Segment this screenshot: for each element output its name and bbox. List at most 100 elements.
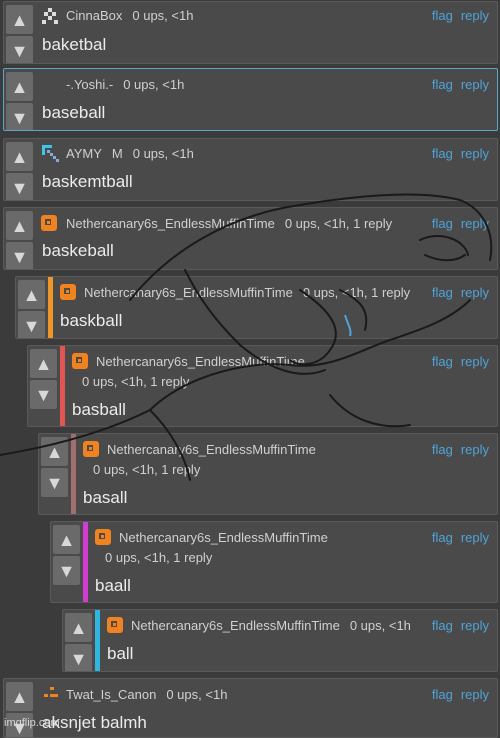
comment-meta: 0 ups, <1h (349, 618, 411, 633)
flag-link[interactable]: flag (432, 530, 453, 545)
pixel-pickaxe-avatar (42, 145, 59, 162)
downvote-button[interactable]: ▼ (53, 556, 80, 585)
orange-muffin-avatar (107, 617, 123, 633)
comment-body: baskeball (42, 241, 114, 260)
comment-meta: 0 ups, <1h (123, 77, 185, 92)
username[interactable]: Nethercanary6s_EndlessMuffinTime (119, 530, 328, 545)
down-arrow-icon: ▼ (10, 40, 29, 61)
watermark: imgflip.com (4, 717, 60, 729)
downvote-button[interactable]: ▼ (6, 103, 33, 130)
comment-meta: 0 ups, <1h (132, 8, 194, 23)
up-arrow-icon: ▲ (10, 215, 29, 236)
up-arrow-icon: ▲ (10, 76, 29, 97)
up-arrow-icon: ▲ (34, 353, 53, 374)
comment-body: baskemtball (42, 172, 133, 191)
username[interactable]: Nethercanary6s_EndlessMuffinTime (107, 442, 316, 457)
flag-link[interactable]: flag (432, 8, 453, 23)
comment-9: ▲ ▼ Nethercanary6s_EndlessMuffinTime 0 up… (62, 609, 498, 672)
reply-link[interactable]: reply (461, 530, 489, 545)
comment-body: baskball (60, 311, 123, 330)
thread-accent-bar (60, 346, 65, 426)
reply-link[interactable]: reply (461, 285, 489, 300)
upvote-button[interactable]: ▲ (6, 682, 33, 711)
comment-body: baseball (42, 103, 106, 122)
downvote-button[interactable]: ▼ (41, 468, 68, 497)
username[interactable]: Nethercanary6s_EndlessMuffinTime (84, 285, 293, 300)
orange-muffin-avatar (41, 215, 57, 231)
comment-body: basall (83, 488, 128, 507)
orange-muffin-avatar (72, 353, 88, 369)
comment-10: ▲ ▼ Twat_Is_Canon 0 ups, <1h flag reply ak… (3, 678, 498, 738)
downvote-button[interactable]: ▼ (6, 242, 33, 269)
reply-link[interactable]: reply (461, 354, 489, 369)
comment-body: ball (107, 644, 134, 663)
comment-3: ▲ ▼ AYMY M 0 ups, <1h flag reply baskemtbal… (3, 138, 498, 201)
comment-meta: 0 ups, <1h, 1 reply (105, 550, 213, 565)
down-arrow-icon: ▼ (10, 177, 29, 198)
upvote-button[interactable]: ▲ (65, 613, 92, 642)
flag-link[interactable]: flag (432, 146, 453, 161)
upvote-button[interactable]: ▲ (6, 211, 33, 240)
username[interactable]: Nethercanary6s_EndlessMuffinTime (131, 618, 340, 633)
username[interactable]: CinnaBox (66, 8, 122, 23)
comment-meta: 0 ups, <1h (166, 687, 228, 702)
up-arrow-icon: ▲ (45, 441, 64, 462)
username[interactable]: -.Yoshi.- (66, 77, 113, 92)
thread-accent-bar (83, 522, 88, 602)
reply-link[interactable]: reply (461, 216, 489, 231)
down-arrow-icon: ▼ (45, 472, 64, 493)
down-arrow-icon: ▼ (34, 384, 53, 405)
flag-link[interactable]: flag (432, 354, 453, 369)
downvote-button[interactable]: ▼ (65, 644, 92, 671)
upvote-button[interactable]: ▲ (30, 349, 57, 378)
comment-meta: 0 ups, <1h, 1 reply (302, 285, 411, 300)
flag-link[interactable]: flag (432, 285, 453, 300)
flag-link[interactable]: flag (432, 216, 453, 231)
user-tag: M (111, 146, 123, 161)
comment-meta: 0 ups, <1h, 1 reply (93, 462, 201, 477)
downvote-button[interactable]: ▼ (6, 173, 33, 200)
up-arrow-icon: ▲ (10, 146, 29, 167)
comment-6: ▲ ▼ Nethercanary6s_EndlessMuffinTime 0 u… (27, 345, 498, 427)
upvote-button[interactable]: ▲ (18, 280, 45, 309)
reply-link[interactable]: reply (461, 687, 489, 702)
reply-link[interactable]: reply (461, 8, 489, 23)
downvote-button[interactable]: ▼ (18, 311, 45, 338)
down-arrow-icon: ▼ (10, 107, 29, 128)
comment-2: ▲ ▼ -.Yoshi.- 0 ups, <1h flag reply baseba… (3, 68, 498, 131)
reply-link[interactable]: reply (461, 146, 489, 161)
username[interactable]: AYMY (66, 146, 102, 161)
down-arrow-icon: ▼ (69, 648, 88, 669)
username[interactable]: Nethercanary6s_EndlessMuffinTime (66, 216, 275, 231)
upvote-button[interactable]: ▲ (6, 72, 33, 101)
comment-body: basball (72, 400, 126, 419)
username[interactable]: Nethercanary6s_EndlessMuffinTime (96, 354, 305, 369)
upvote-button[interactable]: ▲ (6, 142, 33, 171)
comment-8: ▲ ▼ Nethercanary6s_EndlessMuffinTime 0 u… (50, 521, 498, 603)
orange-dots-avatar (44, 687, 58, 697)
flag-link[interactable]: flag (432, 687, 453, 702)
flag-link[interactable]: flag (432, 77, 453, 92)
comment-body: baketbal (42, 35, 107, 54)
comment-meta: 0 ups, <1h (132, 146, 194, 161)
down-arrow-icon: ▼ (57, 560, 76, 581)
upvote-button[interactable]: ▲ (53, 525, 80, 554)
reply-link[interactable]: reply (461, 442, 489, 457)
flag-link[interactable]: flag (432, 442, 453, 457)
pixel-cross-avatar (42, 8, 58, 24)
flag-link[interactable]: flag (432, 618, 453, 633)
reply-link[interactable]: reply (461, 77, 489, 92)
comment-meta: 0 ups, <1h, 1 reply (82, 374, 190, 389)
comment-1: ▲ ▼ CinnaBox 0 ups, <1h flag reply baketba… (3, 1, 498, 64)
thread-accent-bar (48, 277, 53, 338)
upvote-button[interactable]: ▲ (41, 437, 68, 466)
comment-7: ▲ ▼ Nethercanary6s_EndlessMuffinTime 0 u… (38, 433, 498, 515)
comment-5: ▲ ▼ Nethercanary6s_EndlessMuffinTime 0 up… (15, 276, 498, 339)
username[interactable]: Twat_Is_Canon (66, 687, 156, 702)
reply-link[interactable]: reply (461, 618, 489, 633)
up-arrow-icon: ▲ (57, 529, 76, 550)
downvote-button[interactable]: ▼ (6, 36, 33, 63)
thread-accent-bar (71, 434, 76, 514)
downvote-button[interactable]: ▼ (30, 380, 57, 409)
upvote-button[interactable]: ▲ (6, 5, 33, 34)
